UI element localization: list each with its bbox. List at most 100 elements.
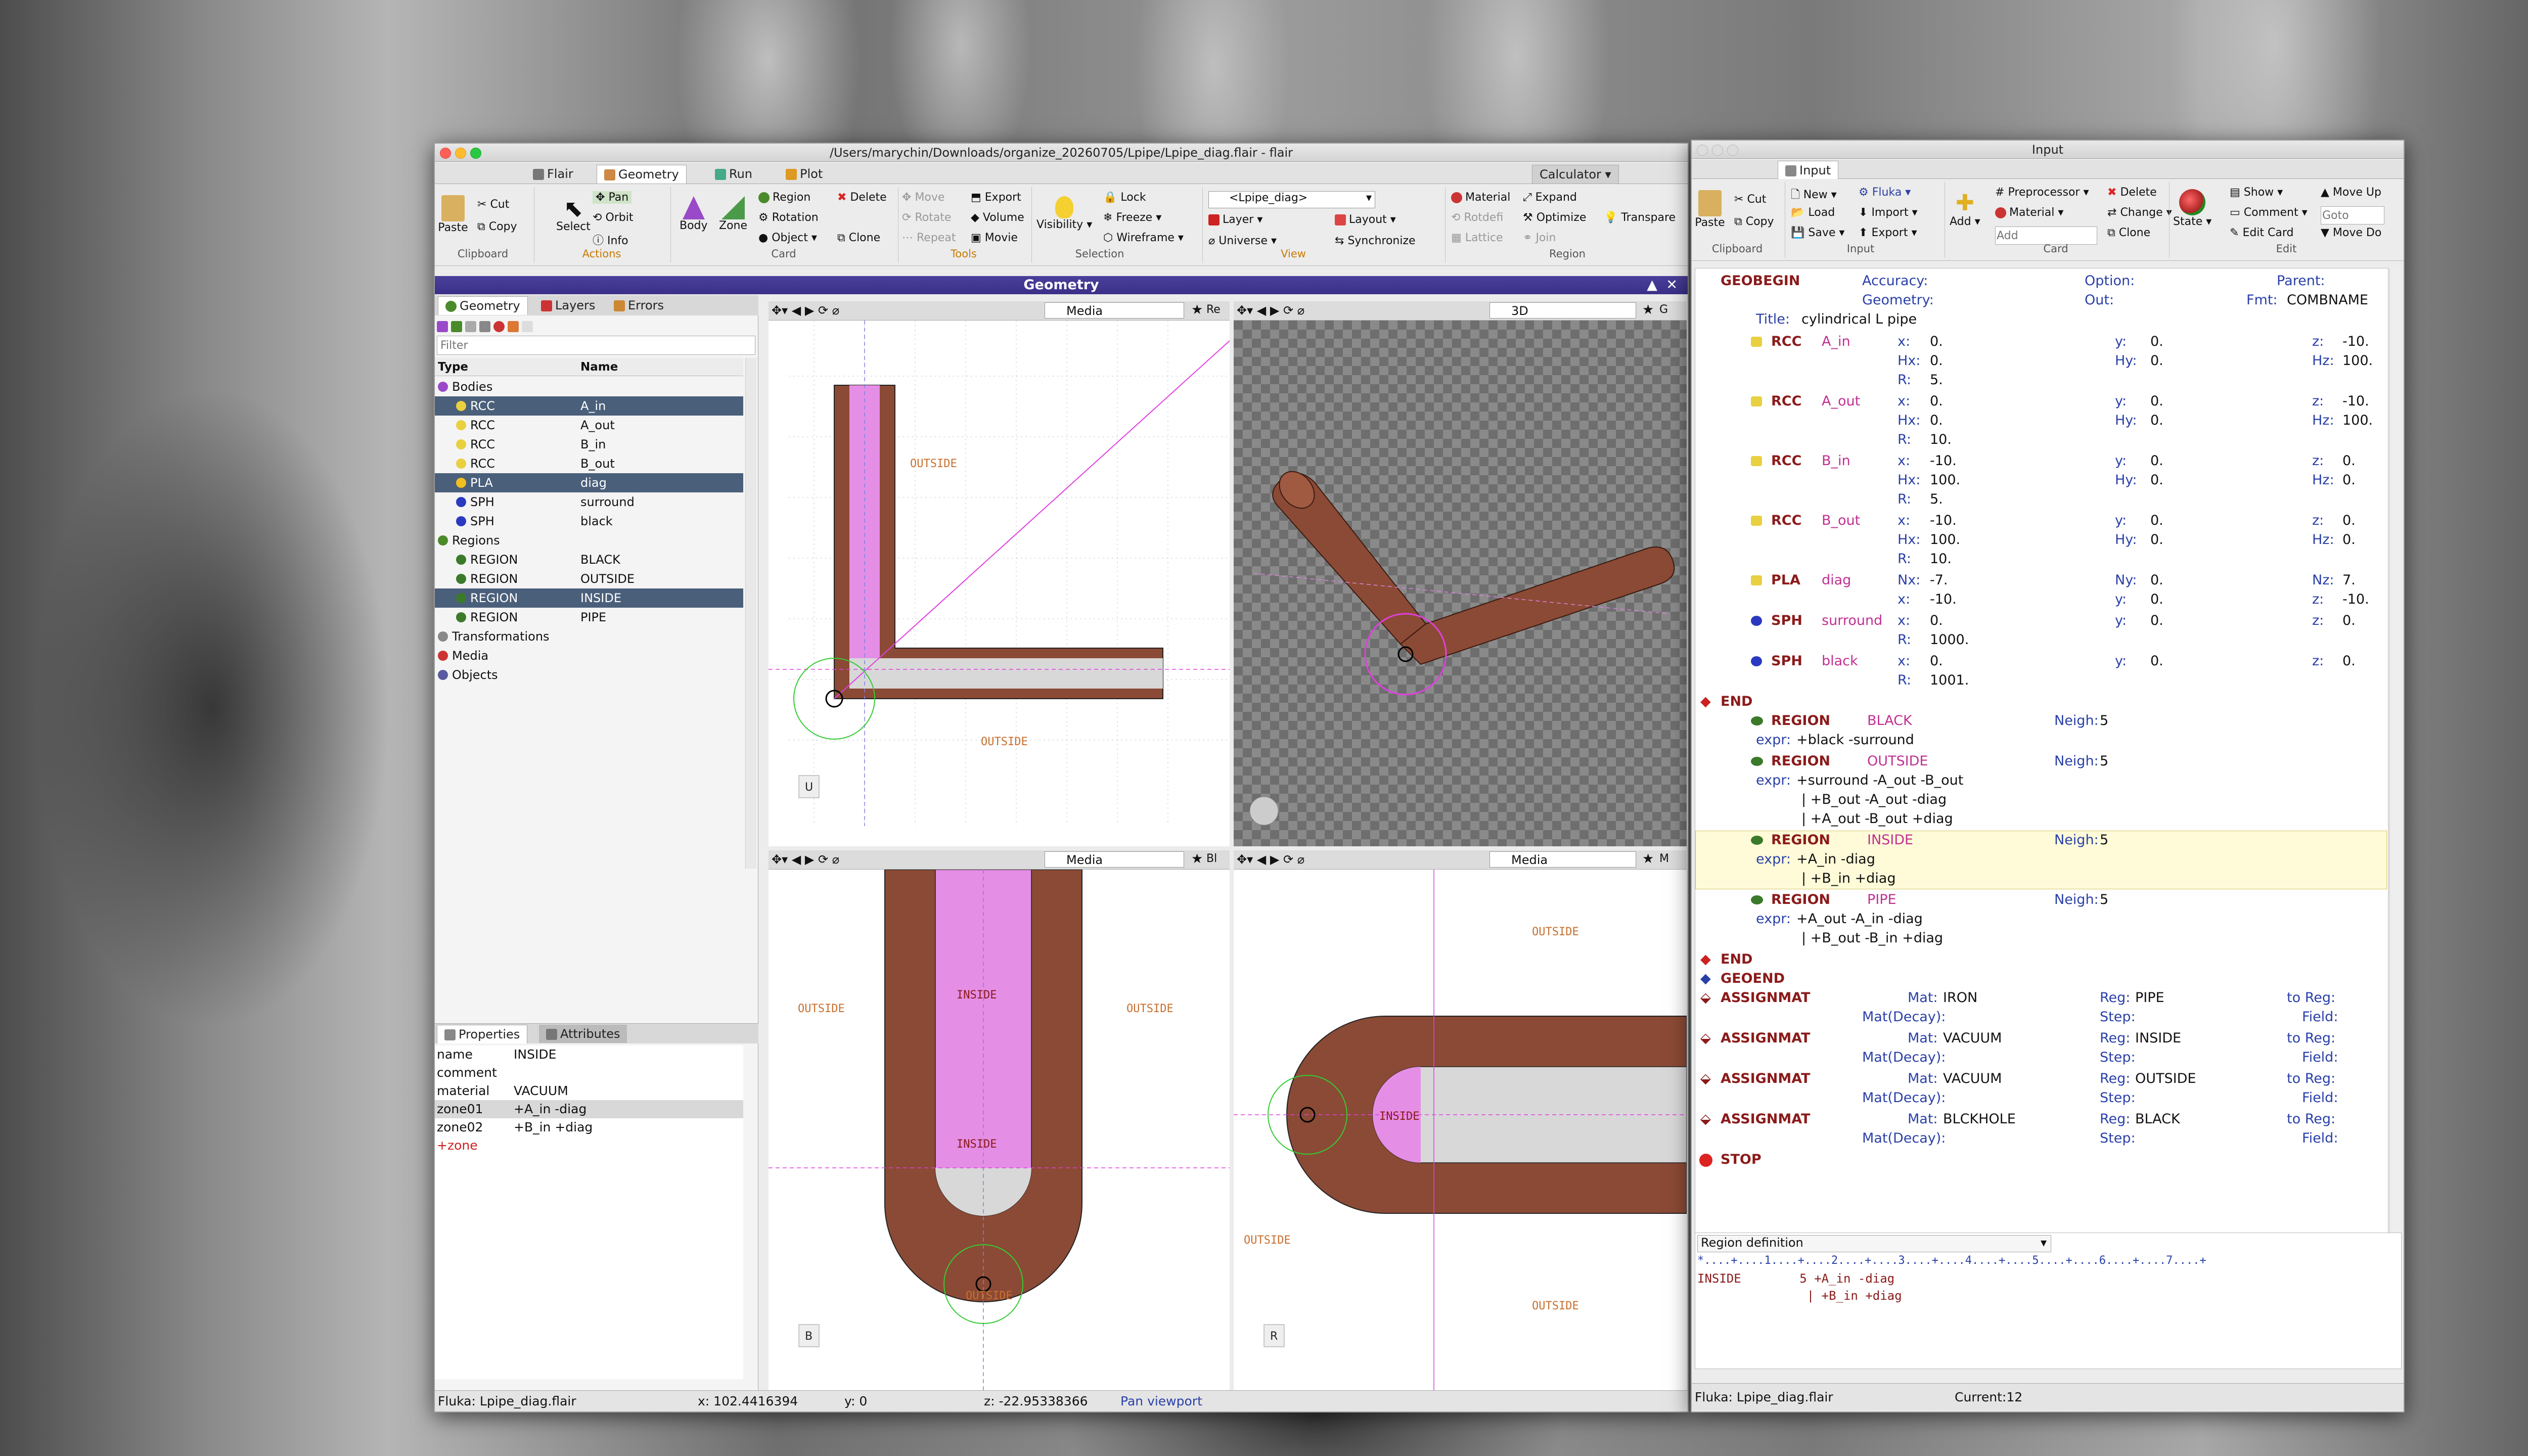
viewport-mode-combo[interactable]: Media (1045, 851, 1184, 868)
zone-icon[interactable] (465, 321, 476, 332)
tree-row[interactable]: PLA diag (435, 473, 743, 492)
show-button[interactable]: ▤ Show ▾ (2230, 186, 2283, 199)
universe-button[interactable]: ⌀ Universe ▾ (1208, 235, 1277, 247)
property-row[interactable]: zone01 +A_in -diag (435, 1100, 743, 1118)
tab-properties[interactable]: Properties (437, 1025, 528, 1043)
tree-row[interactable]: Media (435, 646, 743, 665)
tab-attributes[interactable]: Attributes (539, 1025, 627, 1043)
tree-row[interactable]: Regions (435, 531, 743, 550)
lock-button[interactable]: 🔒 Lock (1103, 191, 1146, 204)
move-icon[interactable]: ✥▾ ◀ ▶ ⟳ ⌀ (772, 852, 839, 867)
export-button[interactable]: ⬒ Export (971, 191, 1021, 204)
tab-flair[interactable]: Flair (526, 165, 580, 183)
tree-row[interactable]: RCC A_in (435, 396, 743, 416)
move-icon[interactable]: ✥▾ ◀ ▶ ⟳ ⌀ (772, 303, 839, 317)
tab-layers[interactable]: Layers (534, 296, 602, 314)
join-button[interactable]: ⚭ Join (1523, 232, 1556, 244)
close-icon[interactable]: ✕ (1666, 276, 1678, 294)
zoom-button[interactable] (470, 148, 481, 159)
viewport-top-left[interactable]: ✥▾ ◀ ▶ ⟳ ⌀ Media ★ Re OUTSIDE OUTSIDE U (769, 301, 1230, 846)
cut-button[interactable]: ✂ Cut (1734, 193, 1766, 206)
repeat-button[interactable]: ⋯ Repeat (902, 232, 956, 244)
change-button[interactable]: ⇄ Change ▾ (2107, 206, 2172, 219)
tree-row[interactable]: RCC A_out (435, 416, 743, 435)
material-button[interactable]: Material ▾ (1995, 206, 2063, 219)
move-icon[interactable]: ✥▾ ◀ ▶ ⟳ ⌀ (1237, 852, 1304, 867)
add-button[interactable]: ✚ Add ▾ (1950, 191, 1980, 229)
viewport-top-right[interactable]: ✥▾ ◀ ▶ ⟳ ⌀ 3D ★ G (1234, 301, 1687, 846)
import-button[interactable]: ⬇ Import ▾ (1859, 206, 1918, 219)
volume-button[interactable]: ◆ Volume (971, 211, 1024, 224)
property-row[interactable]: comment (435, 1064, 743, 1082)
state-button[interactable]: State ▾ (2173, 189, 2211, 228)
add-card-input[interactable] (1995, 226, 2097, 245)
body-icon[interactable] (437, 321, 448, 332)
object-button[interactable]: ● Object ▾ (758, 232, 817, 244)
region-definition-combo[interactable]: Region definition ▾ (1697, 1235, 2051, 1252)
close-button[interactable] (1697, 145, 1708, 156)
optimize-button[interactable]: ⚒ Optimize (1523, 211, 1586, 224)
cut-button[interactable]: ✂ Cut (477, 198, 509, 211)
goto-input[interactable] (2321, 206, 2384, 224)
save-button[interactable]: 💾 Save ▾ (1791, 226, 1844, 239)
movie-button[interactable]: ▣ Movie (971, 232, 1018, 244)
tree-row[interactable]: Bodies (435, 377, 743, 396)
tree-scrollbar[interactable] (745, 358, 756, 869)
cursor-icon[interactable] (522, 321, 533, 332)
orbit-button[interactable]: ⟲ Orbit (593, 211, 634, 224)
viewport-canvas[interactable] (1234, 321, 1687, 846)
copy-button[interactable]: ⧉ Copy (1734, 215, 1774, 228)
tab-plot[interactable]: Plot (779, 165, 830, 183)
freeze-button[interactable]: ❄ Freeze ▾ (1103, 211, 1161, 224)
calculator-button[interactable]: Calculator ▾ (1532, 165, 1619, 184)
export-button[interactable]: ⬆ Export ▾ (1859, 226, 1917, 239)
clone-button[interactable]: ⧉ Clone (837, 232, 880, 244)
input-editor[interactable]: GEOBEGIN Accuracy: Option: Parent: Geometry:… (1695, 268, 2388, 1244)
preprocessor-button[interactable]: # Preprocessor ▾ (1995, 186, 2089, 199)
filter-input[interactable] (437, 336, 755, 355)
editor-scrollbar[interactable] (2389, 268, 2402, 1244)
info-button[interactable]: ⓘ Info (593, 232, 628, 248)
viewport-mode-combo[interactable]: Media (1489, 851, 1636, 868)
zone-button[interactable]: Zone (719, 196, 747, 232)
property-row[interactable]: material VACUUM (435, 1082, 743, 1100)
viewport-bottom-left[interactable]: ✥▾ ◀ ▶ ⟳ ⌀ Media ★ Bl INSIDE INSIDE OUTS… (769, 850, 1230, 1397)
delete-button[interactable]: ✖ Delete (837, 191, 887, 204)
move-up-button[interactable]: ▲ Move Up (2321, 186, 2381, 199)
wireframe-button[interactable]: ⬡ Wireframe ▾ (1103, 232, 1184, 244)
material-icon[interactable] (493, 321, 505, 332)
tab-run[interactable]: Run (708, 165, 759, 183)
transparency-button[interactable]: 💡 Transpare (1604, 211, 1676, 224)
maximize-icon[interactable]: ▲ (1647, 276, 1657, 294)
pan-button[interactable]: ✥ Pan (593, 191, 632, 204)
tree-row[interactable]: Transformations (435, 627, 743, 646)
minimize-button[interactable] (1712, 145, 1723, 156)
tree-row[interactable]: REGION INSIDE (435, 588, 743, 608)
tree-row[interactable]: RCC B_in (435, 435, 743, 454)
view-combo[interactable]: <Lpipe_diag> ▾ (1208, 191, 1375, 208)
move-button[interactable]: ✥ Move (902, 191, 944, 204)
new-button[interactable]: 🗋 New ▾ (1791, 186, 1837, 205)
viewport-mode-combo[interactable]: Media (1045, 302, 1184, 318)
minimize-button[interactable] (455, 148, 466, 159)
rotate-button[interactable]: ⟳ Rotate (902, 211, 951, 224)
zoom-button[interactable] (1727, 145, 1738, 156)
tab-errors[interactable]: Errors (607, 296, 671, 314)
viewport-bottom-right[interactable]: ✥▾ ◀ ▶ ⟳ ⌀ Media ★ M INSIDE OUTSIDE OUTS… (1234, 850, 1687, 1397)
synchronize-button[interactable]: ⇆ Synchronize (1335, 235, 1416, 247)
viewport-canvas[interactable]: INSIDE INSIDE OUTSIDE OUTSIDE OUTSIDE B (769, 870, 1230, 1397)
lattice-button[interactable]: ▦ Lattice (1451, 232, 1503, 244)
property-row[interactable]: name INSIDE (435, 1045, 743, 1064)
material-button[interactable]: Material (1451, 191, 1510, 204)
paste-button[interactable]: Paste (438, 195, 468, 234)
tab-geometry-tree[interactable]: Geometry (438, 296, 528, 315)
star-icon[interactable]: ★ (1642, 302, 1654, 317)
property-row[interactable]: +zone (435, 1136, 743, 1155)
visibility-button[interactable]: Visibility ▾ (1036, 196, 1092, 231)
region-button[interactable]: Region (758, 191, 810, 204)
tree-row[interactable]: REGION PIPE (435, 608, 743, 627)
region-icon[interactable] (451, 321, 462, 332)
paste-button[interactable]: Paste (1695, 190, 1725, 229)
body-button[interactable]: Body (680, 196, 708, 232)
tab-input[interactable]: Input (1778, 161, 1839, 179)
